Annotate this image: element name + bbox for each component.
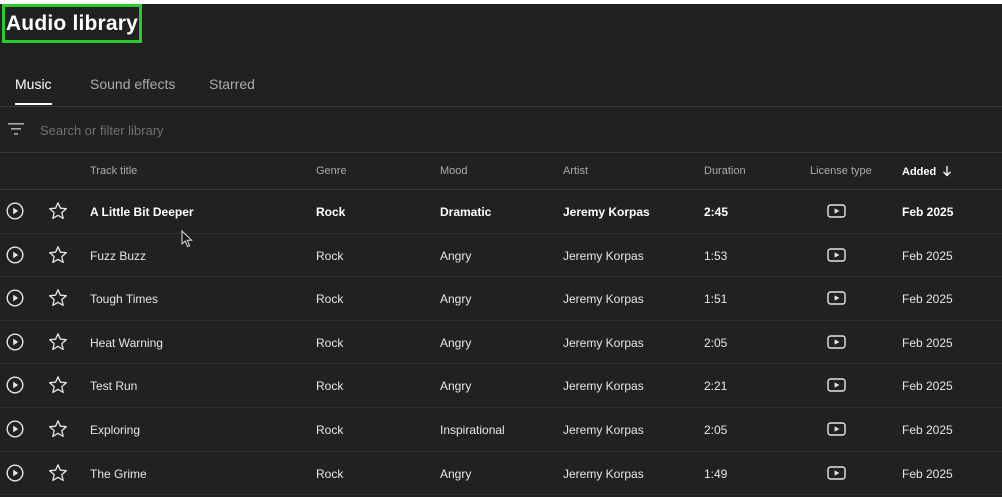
tab-music[interactable]: Music	[15, 76, 52, 105]
column-header-duration[interactable]: Duration	[704, 165, 746, 177]
track-mood: Dramatic	[440, 205, 492, 219]
track-mood: Angry	[440, 335, 472, 350]
track-artist: Jeremy Korpas	[563, 379, 644, 394]
arrow-down-icon	[943, 166, 952, 177]
track-mood: Angry	[440, 466, 472, 481]
youtube-license-icon	[827, 335, 846, 349]
track-duration: 2:05	[704, 422, 728, 437]
column-header-added[interactable]: Added	[902, 165, 952, 178]
table-row[interactable]: Test Run Rock Angry Jeremy Korpas 2:21 Feb 20…	[0, 364, 1002, 408]
table-row[interactable]: A Little Bit Deeper Rock Dramatic Jeremy Ko…	[0, 190, 1002, 234]
column-header-license-type[interactable]: License type	[810, 165, 872, 177]
track-title[interactable]: Heat Warning	[90, 336, 163, 350]
track-artist: Jeremy Korpas	[563, 335, 644, 350]
youtube-license-icon	[827, 465, 846, 480]
filter-icon[interactable]	[8, 122, 24, 136]
track-duration: 2:45	[704, 205, 729, 219]
filter-bar	[0, 107, 1002, 153]
table-row[interactable]: Tough Times Rock Angry Jeremy Korpas 1:51 Feb…	[0, 277, 1002, 321]
play-circle-icon[interactable]	[6, 420, 24, 438]
mouse-pointer-icon	[181, 230, 193, 248]
track-duration: 1:51	[704, 292, 728, 307]
track-genre: Rock	[316, 379, 344, 394]
track-added: Feb 2025	[902, 466, 953, 481]
track-title[interactable]: Test Run	[90, 379, 137, 393]
track-mood: Inspirational	[440, 422, 505, 437]
play-circle-icon[interactable]	[6, 333, 24, 351]
page-title: Audio library	[2, 4, 142, 43]
play-circle-icon[interactable]	[6, 376, 24, 394]
star-outline-icon[interactable]	[48, 463, 68, 483]
track-added: Feb 2025	[902, 379, 953, 394]
track-added: Feb 2025	[902, 205, 954, 219]
track-artist: Jeremy Korpas	[563, 205, 650, 219]
track-artist: Jeremy Korpas	[563, 466, 644, 481]
audio-library-app: Audio library Music Sound effects Starre…	[0, 4, 1002, 497]
track-genre: Rock	[316, 248, 344, 263]
table-row[interactable]: Exploring Rock Inspirational Jeremy Korpas 2…	[0, 408, 1002, 452]
youtube-license-icon	[827, 247, 846, 262]
track-added: Feb 2025	[902, 422, 953, 437]
table-row[interactable]: Fuzz Buzz Rock Angry Jeremy Korpas 1:53 Feb 2…	[0, 234, 1002, 278]
track-duration: 2:21	[704, 379, 728, 394]
youtube-license-icon	[827, 204, 846, 218]
youtube-license-icon	[827, 291, 846, 305]
star-outline-icon[interactable]	[48, 288, 68, 308]
track-mood: Angry	[440, 292, 472, 307]
column-header-artist[interactable]: Artist	[563, 165, 588, 177]
tab-sound-effects[interactable]: Sound effects	[90, 76, 175, 103]
track-title[interactable]: Fuzz Buzz	[90, 249, 146, 263]
track-duration: 1:49	[704, 466, 728, 481]
star-outline-icon[interactable]	[48, 245, 68, 265]
search-input[interactable]	[38, 117, 642, 143]
table-row[interactable]: Heat Warning Rock Angry Jeremy Korpas 2:05 Fe…	[0, 321, 1002, 365]
track-added: Feb 2025	[902, 292, 953, 307]
tab-starred[interactable]: Starred	[209, 76, 255, 103]
column-header-genre[interactable]: Genre	[316, 165, 347, 177]
track-list: A Little Bit Deeper Rock Dramatic Jeremy Ko…	[0, 190, 1002, 496]
track-title[interactable]: The Grime	[90, 467, 147, 481]
track-artist: Jeremy Korpas	[563, 422, 644, 437]
star-outline-icon[interactable]	[48, 375, 68, 395]
track-genre: Rock	[316, 466, 344, 481]
track-genre: Rock	[316, 292, 344, 307]
track-duration: 2:05	[704, 335, 728, 350]
play-circle-icon[interactable]	[6, 202, 24, 220]
play-circle-icon[interactable]	[6, 246, 24, 264]
star-outline-icon[interactable]	[48, 419, 68, 439]
column-header-added-label: Added	[902, 166, 937, 178]
track-genre: Rock	[316, 422, 344, 437]
track-artist: Jeremy Korpas	[563, 292, 644, 307]
tab-bar: Music Sound effects Starred	[0, 64, 1002, 107]
track-genre: Rock	[316, 205, 346, 219]
track-title[interactable]: A Little Bit Deeper	[90, 205, 194, 219]
track-added: Feb 2025	[902, 335, 953, 350]
column-header-mood[interactable]: Mood	[440, 165, 468, 177]
play-circle-icon[interactable]	[6, 289, 24, 307]
track-title[interactable]: Tough Times	[90, 292, 158, 306]
track-title[interactable]: Exploring	[90, 423, 140, 437]
table-header: Track title Genre Mood Artist Duration L…	[0, 153, 1002, 190]
track-genre: Rock	[316, 335, 344, 350]
star-outline-icon[interactable]	[48, 332, 68, 352]
track-duration: 1:53	[704, 248, 728, 263]
track-added: Feb 2025	[902, 248, 953, 263]
table-row[interactable]: The Grime Rock Angry Jeremy Korpas 1:49 Feb 2…	[0, 452, 1002, 496]
play-circle-icon[interactable]	[6, 464, 24, 482]
track-artist: Jeremy Korpas	[563, 248, 644, 263]
star-outline-icon[interactable]	[48, 201, 68, 221]
youtube-license-icon	[827, 378, 846, 393]
column-header-track-title[interactable]: Track title	[90, 165, 137, 177]
track-mood: Angry	[440, 379, 472, 394]
track-mood: Angry	[440, 248, 472, 263]
youtube-license-icon	[827, 422, 846, 436]
